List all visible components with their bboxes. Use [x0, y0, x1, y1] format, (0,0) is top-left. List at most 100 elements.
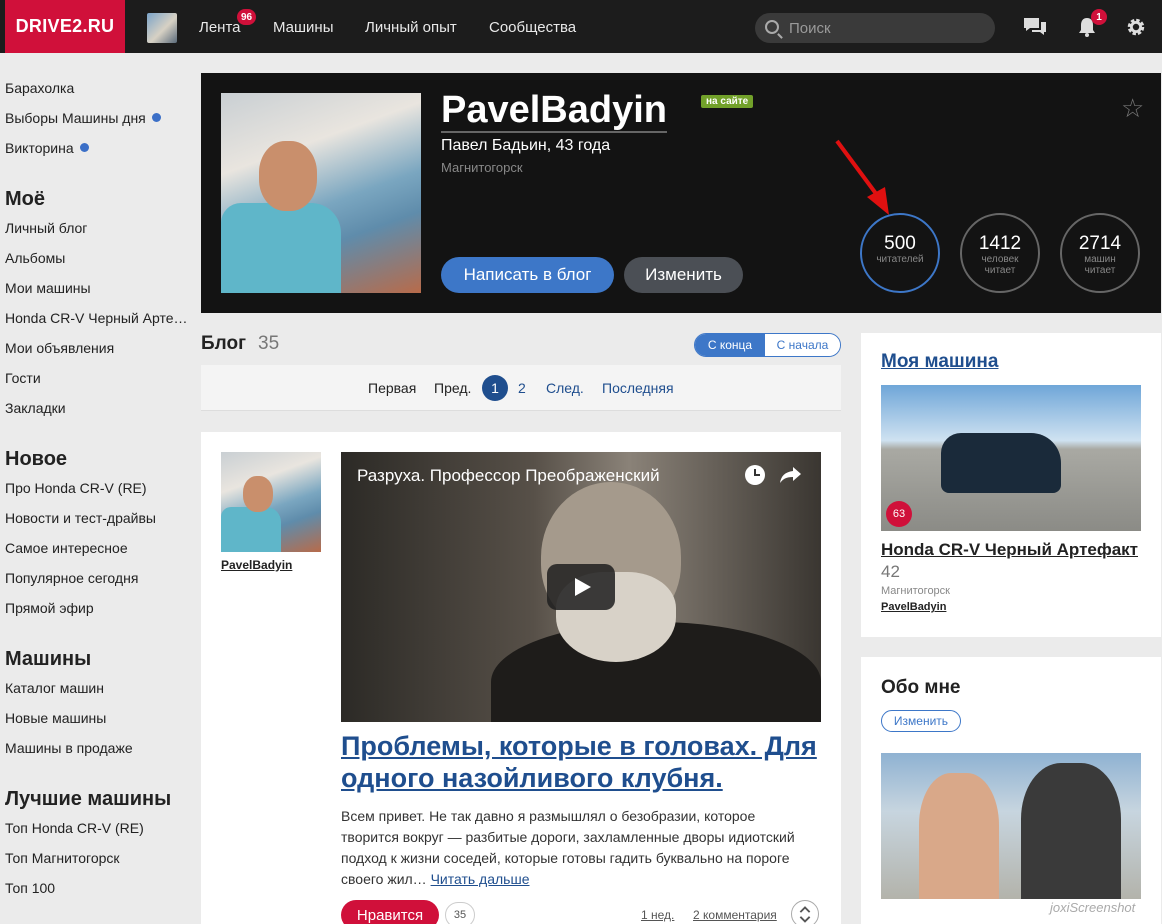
share-icon[interactable] [779, 465, 803, 485]
car-rank-badge: 63 [886, 501, 912, 527]
unread-dot [151, 113, 161, 122]
following-cars-label-1: машин [1084, 254, 1116, 265]
sidebar-item-about-model[interactable]: Про Honda CR-V (RE) [5, 480, 147, 496]
my-car-card: Моя машина 63 Honda CR-V Черный Артефакт… [861, 333, 1161, 637]
pager-prev[interactable]: Пред. [434, 380, 471, 396]
pager-next[interactable]: След. [546, 380, 584, 396]
sidebar-heading-mine: Моё [5, 188, 45, 210]
blog-post: PavelBadyin Разруха. Профессор Преображе… [201, 432, 841, 924]
star-icon[interactable]: ☆ [1121, 93, 1144, 124]
pager-current-page: 1 [482, 375, 508, 401]
post-author-avatar[interactable] [221, 452, 321, 552]
sidebar-item-my-car[interactable]: Honda CR-V Черный Арте… [5, 310, 188, 326]
sidebar-item-quiz[interactable]: Викторина [5, 140, 89, 156]
play-button-icon[interactable] [547, 564, 615, 610]
scroll-updown-icon[interactable] [791, 900, 819, 924]
car-name-link[interactable]: Honda CR-V Черный Артефакт [881, 540, 1138, 559]
screenshot-watermark: joxiScreenshot [1050, 900, 1136, 915]
video-player[interactable]: Разруха. Профессор Преображенский [341, 452, 821, 722]
pagination: Первая Пред. 1 2 След. Последняя [201, 365, 841, 411]
sidebar-item-blog[interactable]: Личный блог [5, 220, 87, 236]
nav-communities[interactable]: Сообщества [489, 19, 576, 36]
edit-about-button[interactable]: Изменить [881, 710, 961, 732]
video-title: Разруха. Профессор Преображенский [357, 466, 660, 485]
messages-icon[interactable] [1023, 16, 1047, 38]
clock-icon[interactable] [744, 464, 766, 486]
sidebar-item-popular-today[interactable]: Популярное сегодня [5, 570, 138, 586]
search-input[interactable]: Поиск [755, 13, 995, 43]
top-navigation-bar: DRIVE2.RU Лента 96 Машины Личный опыт Со… [0, 0, 1162, 53]
sidebar-item-guests[interactable]: Гости [5, 370, 41, 386]
sidebar-heading-best-cars: Лучшие машины [5, 788, 172, 810]
sidebar-item-cars-for-sale[interactable]: Машины в продаже [5, 740, 133, 756]
following-cars-label-2: читает [1084, 265, 1116, 276]
profile-photo[interactable] [221, 93, 421, 293]
pager-page-2[interactable]: 2 [518, 380, 526, 396]
sidebar-heading-new: Новое [5, 448, 68, 470]
post-time[interactable]: 1 нед. [641, 908, 674, 922]
like-count: 35 [445, 902, 475, 924]
sidebar-item-top-city[interactable]: Топ Магнитогорск [5, 850, 120, 866]
readers-count: 500 [884, 233, 916, 254]
feed-badge: 96 [237, 9, 257, 25]
read-more-link[interactable]: Читать дальше [431, 871, 530, 887]
like-button[interactable]: Нравится [341, 900, 439, 924]
car-name: Honda CR-V Черный Артефакт 42 [881, 539, 1141, 583]
profile-username[interactable]: PavelBadyin [441, 89, 667, 133]
site-logo[interactable]: DRIVE2.RU [5, 0, 125, 53]
about-photo[interactable] [881, 753, 1141, 899]
user-avatar[interactable] [147, 13, 177, 43]
profile-city: Магнитогорск [441, 160, 523, 175]
sidebar-item-bookmarks[interactable]: Закладки [5, 400, 66, 416]
car-count: 42 [881, 562, 900, 581]
sidebar-item-catalog[interactable]: Каталог машин [5, 680, 104, 696]
sidebar-item-news[interactable]: Новости и тест-драйвы [5, 510, 156, 526]
sidebar-item-albums[interactable]: Альбомы [5, 250, 65, 266]
write-blog-button[interactable]: Написать в блог [441, 257, 614, 293]
sidebar-heading-cars: Машины [5, 648, 92, 670]
following-cars-count: 2714 [1078, 233, 1122, 254]
sidebar-item-label: Выборы Машины дня [5, 110, 146, 126]
about-me-heading: Обо мне [881, 677, 961, 698]
sidebar-item-live[interactable]: Прямой эфир [5, 600, 94, 616]
car-owner-link[interactable]: PavelBadyin [881, 601, 946, 613]
pager-last[interactable]: Последняя [602, 380, 674, 396]
sort-from-start-button[interactable]: С начала [765, 334, 840, 356]
sidebar-item-most-interesting[interactable]: Самое интересное [5, 540, 128, 556]
car-photo[interactable] [881, 385, 1141, 531]
following-people-label-2: читает [984, 265, 1016, 276]
search-icon [765, 20, 779, 34]
search-placeholder: Поиск [789, 19, 831, 37]
sidebar-item-new-cars[interactable]: Новые машины [5, 710, 106, 726]
notifications-badge: 1 [1091, 9, 1107, 25]
edit-profile-button[interactable]: Изменить [624, 257, 743, 293]
post-excerpt: Всем привет. Не так давно я размышлял о … [341, 806, 816, 890]
sidebar-item-my-cars[interactable]: Мои машины [5, 280, 91, 296]
post-author-name[interactable]: PavelBadyin [221, 558, 292, 572]
sort-toggle: С конца С начала [694, 333, 841, 357]
sidebar-item-top-100[interactable]: Топ 100 [5, 880, 55, 896]
sidebar-item-flea-market[interactable]: Барахолка [5, 80, 74, 96]
gear-icon[interactable] [1124, 16, 1148, 38]
sidebar-item-car-of-day[interactable]: Выборы Машины дня [5, 110, 161, 126]
online-badge: на сайте [701, 95, 754, 108]
nav-cars[interactable]: Машины [273, 19, 333, 36]
sidebar-item-top-model[interactable]: Топ Honda CR-V (RE) [5, 820, 144, 836]
post-title[interactable]: Проблемы, которые в головах. Для одного … [341, 730, 821, 794]
red-arrow-annotation [835, 139, 889, 215]
sort-from-end-button[interactable]: С конца [695, 334, 765, 356]
readers-stat[interactable]: 500 читателей [860, 213, 940, 293]
blog-count: 35 [258, 333, 280, 354]
sidebar-item-ads[interactable]: Мои объявления [5, 340, 114, 356]
profile-header: PavelBadyin на сайте Павел Бадьин, 43 го… [201, 73, 1161, 313]
following-cars-stat[interactable]: 2714 машин читает [1060, 213, 1140, 293]
pager-first[interactable]: Первая [368, 380, 416, 396]
following-people-stat[interactable]: 1412 человек читает [960, 213, 1040, 293]
blog-title: Блог [201, 333, 246, 354]
readers-label: читателей [876, 254, 924, 265]
about-me-card: Обо мне Изменить [861, 657, 1161, 924]
nav-feed[interactable]: Лента [199, 19, 241, 36]
nav-experience[interactable]: Личный опыт [365, 19, 457, 36]
post-comments-link[interactable]: 2 комментария [693, 908, 777, 922]
my-car-heading[interactable]: Моя машина [881, 351, 998, 373]
